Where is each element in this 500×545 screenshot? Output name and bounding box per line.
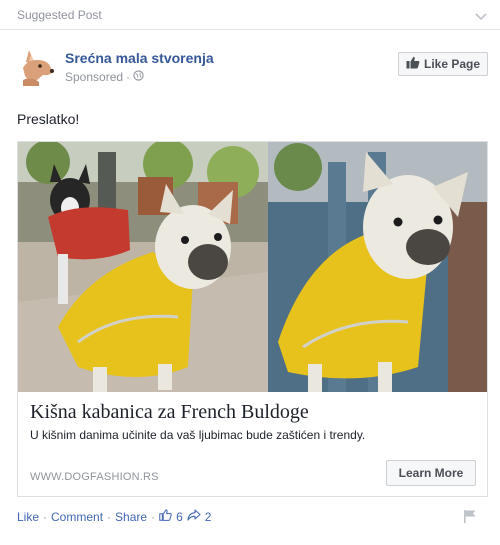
card-title[interactable]: Kišna kabanica za French Buldoge: [30, 401, 309, 424]
shares-count[interactable]: 2: [205, 510, 212, 524]
card-description: U kišnim danima učinite da vaš ljubimac …: [30, 428, 366, 442]
flag-icon[interactable]: [462, 508, 478, 529]
dog-avatar-icon: [17, 46, 57, 86]
share-arrow-icon[interactable]: [187, 509, 201, 524]
post-text: Preslatko!: [17, 111, 80, 127]
link-card[interactable]: Kišna kabanica za French Buldoge U kišni…: [17, 141, 488, 497]
suggested-post-label: Suggested Post: [17, 8, 102, 22]
action-separator: ·: [43, 509, 48, 524]
action-separator: ·: [151, 509, 156, 524]
comment-link[interactable]: Comment: [51, 510, 103, 524]
share-link[interactable]: Share: [115, 510, 147, 524]
photo-one-dog[interactable]: [268, 142, 487, 392]
thumbs-up-icon[interactable]: [159, 509, 172, 524]
thumbs-up-icon: [406, 56, 420, 72]
likes-count[interactable]: 6: [176, 510, 183, 524]
post-header-bar: Suggested Post: [0, 0, 500, 30]
meta-separator: ·: [126, 70, 131, 84]
action-separator: ·: [107, 509, 112, 524]
page-name-link[interactable]: Srećna mala stvorenja: [65, 50, 214, 66]
card-domain: WWW.DOGFASHION.RS: [30, 471, 159, 483]
post-meta: Sponsored ·: [65, 70, 144, 84]
like-page-button[interactable]: Like Page: [398, 52, 488, 76]
photo-two-dogs[interactable]: [18, 142, 268, 392]
sponsored-label[interactable]: Sponsored: [65, 70, 123, 84]
like-link[interactable]: Like: [17, 510, 39, 524]
page-avatar[interactable]: [17, 46, 57, 86]
chevron-down-icon[interactable]: [474, 9, 488, 27]
learn-more-button[interactable]: Learn More: [386, 460, 476, 486]
like-page-label: Like Page: [423, 57, 481, 71]
globe-icon: [133, 70, 144, 84]
post-actions: Like · Comment · Share · 6 2: [17, 509, 211, 524]
card-photos[interactable]: [18, 142, 487, 392]
